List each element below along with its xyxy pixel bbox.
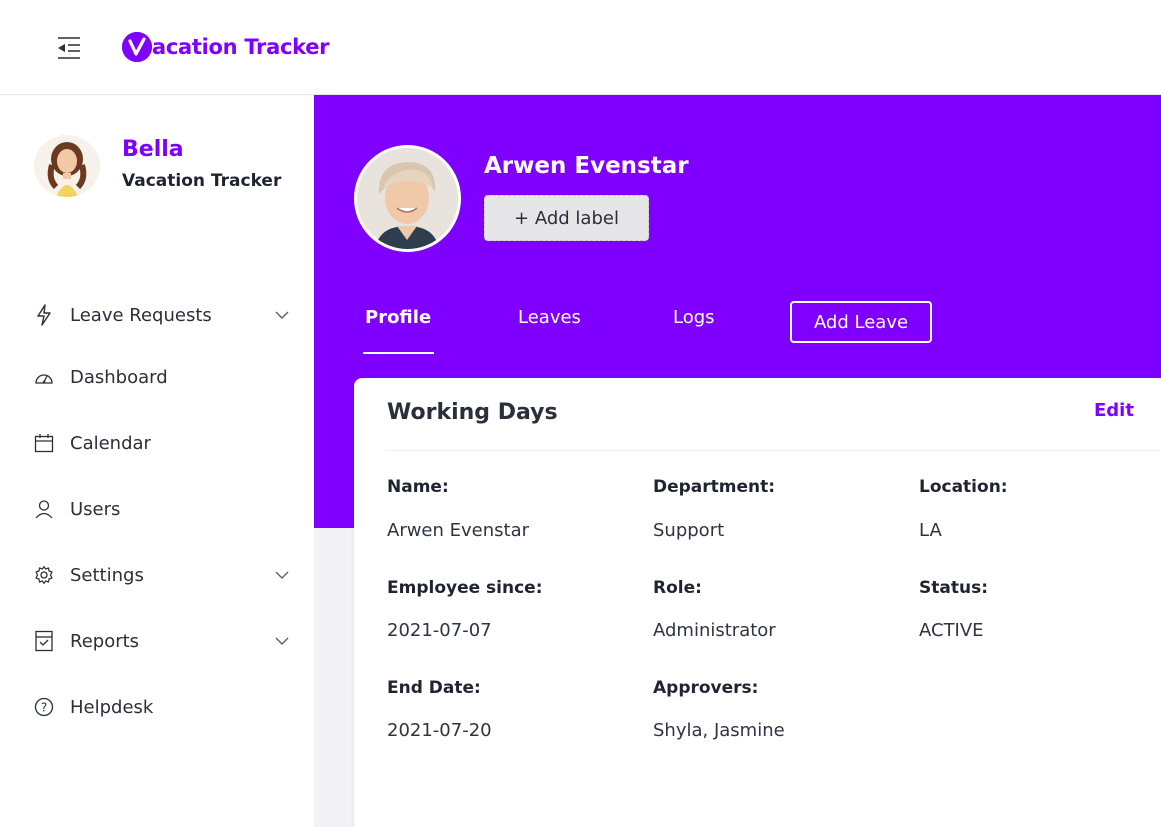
status-label: Status:	[919, 578, 988, 598]
tab-logs[interactable]: Logs	[673, 307, 715, 328]
card-title: Working Days	[387, 400, 558, 425]
sidebar-item-helpdesk[interactable]: ? Helpdesk	[0, 687, 314, 727]
name-label: Name:	[387, 477, 449, 497]
role-value: Administrator	[653, 620, 776, 641]
divider	[387, 450, 1161, 451]
department-value: Support	[653, 520, 725, 541]
app-window: acation Tracker Bella Vacation Tracker L…	[0, 0, 1161, 827]
user-icon	[34, 499, 54, 519]
sidebar-item-users[interactable]: Users	[0, 489, 314, 529]
approvers-label: Approvers:	[653, 678, 759, 698]
sidebar-item-label: Calendar	[70, 432, 151, 454]
sidebar-item-label: Reports	[70, 630, 140, 652]
gauge-icon	[34, 367, 54, 387]
location-value: LA	[919, 520, 942, 541]
collapse-menu-icon[interactable]	[56, 36, 82, 60]
sidebar-item-dashboard[interactable]: Dashboard	[0, 357, 314, 397]
svg-text:?: ?	[41, 701, 47, 715]
report-icon	[34, 630, 54, 652]
sidebar-item-leave-requests[interactable]: Leave Requests	[0, 295, 314, 335]
profile-name: Arwen Evenstar	[484, 153, 689, 179]
chevron-down-icon[interactable]	[274, 307, 290, 323]
end-date-label: End Date:	[387, 678, 481, 698]
sidebar: Bella Vacation Tracker Leave Requests Da…	[0, 95, 314, 827]
employee-since-value: 2021-07-07	[387, 620, 492, 641]
end-date-value: 2021-07-20	[387, 720, 492, 741]
edit-link[interactable]: Edit	[1094, 400, 1134, 421]
user-org: Vacation Tracker	[122, 171, 282, 191]
sidebar-item-reports[interactable]: Reports	[0, 621, 314, 661]
active-tab-indicator	[363, 352, 434, 354]
working-days-card: Working Days Edit Name: Arwen Evenstar D…	[354, 378, 1161, 827]
add-label-button[interactable]: + Add label	[484, 195, 649, 241]
sidebar-item-settings[interactable]: Settings	[0, 555, 314, 595]
user-name: Bella	[122, 137, 184, 162]
department-label: Department:	[653, 477, 776, 497]
avatar	[34, 135, 100, 197]
lightning-icon	[34, 304, 54, 326]
role-label: Role:	[653, 578, 702, 598]
gear-icon	[34, 565, 54, 585]
location-label: Location:	[919, 477, 1008, 497]
sidebar-item-label: Dashboard	[70, 366, 168, 388]
sidebar-item-label: Users	[70, 498, 121, 520]
brand-logo[interactable]: acation Tracker	[122, 32, 330, 62]
add-leave-button[interactable]: Add Leave	[790, 301, 932, 343]
chevron-down-icon[interactable]	[274, 567, 290, 583]
sidebar-item-label: Helpdesk	[70, 696, 154, 718]
top-bar: acation Tracker	[0, 0, 1161, 95]
status-value: ACTIVE	[919, 620, 984, 641]
content-background	[314, 528, 354, 827]
approvers-value: Shyla, Jasmine	[653, 720, 785, 741]
employee-since-label: Employee since:	[387, 578, 543, 598]
profile-avatar	[354, 145, 461, 252]
brand-logo-mark	[122, 32, 152, 62]
help-icon: ?	[34, 697, 54, 717]
sidebar-item-label: Settings	[70, 564, 144, 586]
tab-profile[interactable]: Profile	[365, 307, 431, 328]
tab-leaves[interactable]: Leaves	[518, 307, 581, 328]
calendar-icon	[34, 433, 54, 453]
user-box[interactable]: Bella Vacation Tracker	[34, 135, 304, 205]
name-value: Arwen Evenstar	[387, 520, 530, 541]
brand-name: acation Tracker	[152, 35, 330, 59]
chevron-down-icon[interactable]	[274, 633, 290, 649]
sidebar-item-label: Leave Requests	[70, 304, 212, 326]
sidebar-item-calendar[interactable]: Calendar	[0, 423, 314, 463]
